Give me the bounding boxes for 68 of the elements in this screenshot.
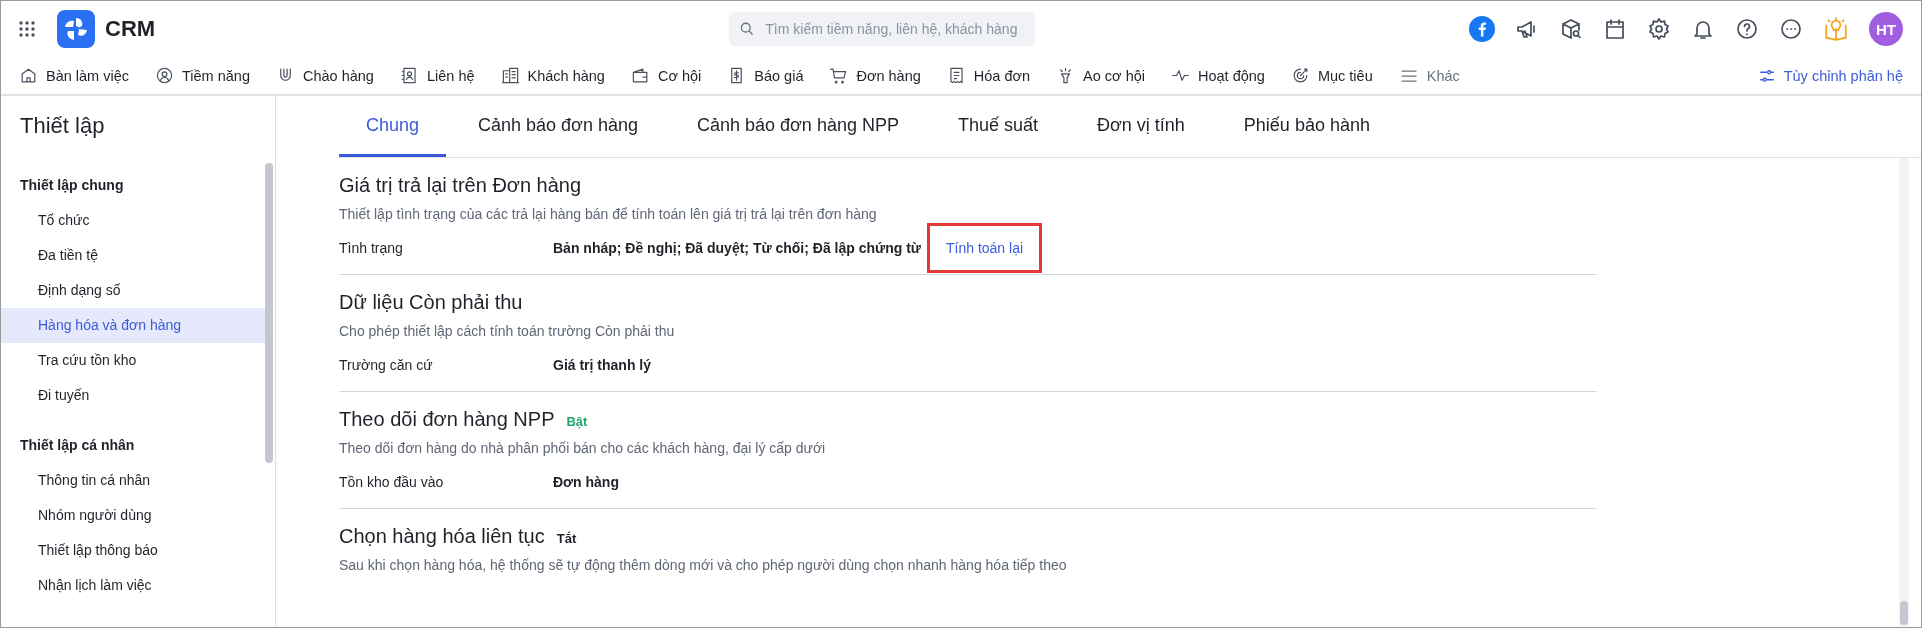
sidebar-item[interactable]: Đa tiền tệ xyxy=(1,238,266,273)
sidebar-item[interactable]: Định dạng số xyxy=(1,273,266,308)
box-search-icon[interactable] xyxy=(1559,17,1583,41)
section-title: Chọn hàng hóa liên tục xyxy=(339,525,545,548)
nav-item[interactable]: Chào hàng xyxy=(276,66,374,85)
app-logo-icon[interactable] xyxy=(57,10,95,48)
cart-icon xyxy=(829,66,849,85)
more-icon[interactable] xyxy=(1779,17,1803,41)
sidebar-item[interactable]: Tổ chức xyxy=(1,203,266,238)
calendar-icon[interactable] xyxy=(1603,17,1627,41)
nav-item[interactable]: Bàn làm việc xyxy=(19,66,129,85)
section-title: Theo dõi đơn hàng NPP xyxy=(339,408,555,431)
field-label: Tình trạng xyxy=(339,240,404,256)
status-label: Bật xyxy=(566,414,588,429)
tab[interactable]: Chung xyxy=(339,96,447,157)
scrollbar-thumb[interactable] xyxy=(265,163,273,463)
tab[interactable]: Thuế suất xyxy=(930,96,1065,157)
field-value: Giá trị thanh lý xyxy=(553,357,651,373)
status-label: Tắt xyxy=(556,531,577,546)
help-icon[interactable] xyxy=(1735,17,1759,41)
section-description: Cho phép thiết lập cách tính toán trường Còn phải thu xyxy=(339,323,676,339)
more-nav-item[interactable]: Khác xyxy=(1398,65,1460,86)
sidebar-item[interactable]: Nhóm người dùng xyxy=(1,498,266,533)
f-logo-icon[interactable] xyxy=(1469,16,1495,42)
nav-item[interactable]: Liên hệ xyxy=(399,66,475,85)
section-title: Giá trị trả lại trên Đơn hàng xyxy=(339,174,582,197)
section-title: Dữ liệu Còn phải thu xyxy=(339,291,523,314)
nav-item[interactable]: Báo giá xyxy=(727,66,804,85)
nav-item[interactable]: Mục tiêu xyxy=(1290,66,1373,85)
nav-item[interactable]: Ao cơ hội xyxy=(1056,66,1145,85)
sidebar-item[interactable]: Thiết lập thông báo xyxy=(1,533,266,568)
section-description: Theo dõi đơn hàng do nhà phân phối bán cho các khách hàng, đại lý cấp dưới xyxy=(339,440,827,456)
field-label: Trường căn cứ xyxy=(339,357,434,373)
group-heading: Thiết lập cá nhân xyxy=(19,436,136,455)
recalculate-link[interactable]: Tính toán lại xyxy=(927,223,1043,273)
user-avatar[interactable]: HT xyxy=(1869,12,1903,46)
field-value: Đơn hàng xyxy=(553,474,619,490)
scrollbar-thumb[interactable] xyxy=(1900,601,1908,625)
app-name: CRM xyxy=(105,16,156,42)
sidebar-title: Thiết lập xyxy=(19,112,106,140)
home-icon xyxy=(19,66,38,85)
sidebar-item[interactable]: Tra cứu tồn kho xyxy=(1,343,266,378)
nav-item[interactable]: Hóa đơn xyxy=(946,66,1031,85)
customize-modules-link[interactable]: Tùy chỉnh phân hệ xyxy=(1757,66,1903,85)
nav-item[interactable]: Đơn hàng xyxy=(829,66,921,85)
wallet-icon xyxy=(630,66,650,85)
settings-icon[interactable] xyxy=(1647,17,1671,41)
tab[interactable]: Cảnh báo đơn hàng xyxy=(451,96,665,157)
nav-item[interactable]: Khách hàng xyxy=(500,66,605,85)
sidebar-item[interactable]: Nhận lịch làm việc xyxy=(1,568,266,603)
app-grid-icon[interactable] xyxy=(18,20,36,38)
field-value: Bản nháp; Đề nghị; Đã duyệt; Từ chối; Đã lập chứng từ xyxy=(553,240,921,256)
building-icon xyxy=(500,66,520,85)
field-label: Tồn kho đầu vào xyxy=(339,474,445,490)
tab[interactable]: Phiếu bảo hành xyxy=(1216,96,1397,157)
tab[interactable]: Đơn vị tính xyxy=(1070,96,1212,157)
nav-item[interactable]: Hoạt động xyxy=(1171,66,1265,85)
nav-item[interactable]: Tiềm năng xyxy=(155,66,250,85)
section-description: Thiết lập tình trạng của các trả lại hàng bán để tính toán lên giá trị trả lại trên đơn hàng xyxy=(339,206,878,222)
sidebar-item[interactable]: Hàng hóa và đơn hàng xyxy=(1,308,266,343)
nav-item[interactable]: Cơ hội xyxy=(630,66,702,85)
tab[interactable]: Cảnh báo đơn hàng NPP xyxy=(670,96,926,157)
sidebar-item[interactable]: Thông tin cá nhân xyxy=(1,463,266,498)
sidebar-item[interactable]: Đi tuyến xyxy=(1,378,266,413)
section-description: Sau khi chọn hàng hóa, hệ thống sẽ tự động thêm dòng mới và cho phép người dùng chọn nhanh hàng hóa tiếp theo xyxy=(339,557,1068,573)
contact-card-icon xyxy=(399,66,419,85)
group-heading: Thiết lập chung xyxy=(19,176,125,195)
search-field[interactable]: Tìm kiếm tiềm năng, liên hệ, khách hàng xyxy=(729,12,1036,46)
